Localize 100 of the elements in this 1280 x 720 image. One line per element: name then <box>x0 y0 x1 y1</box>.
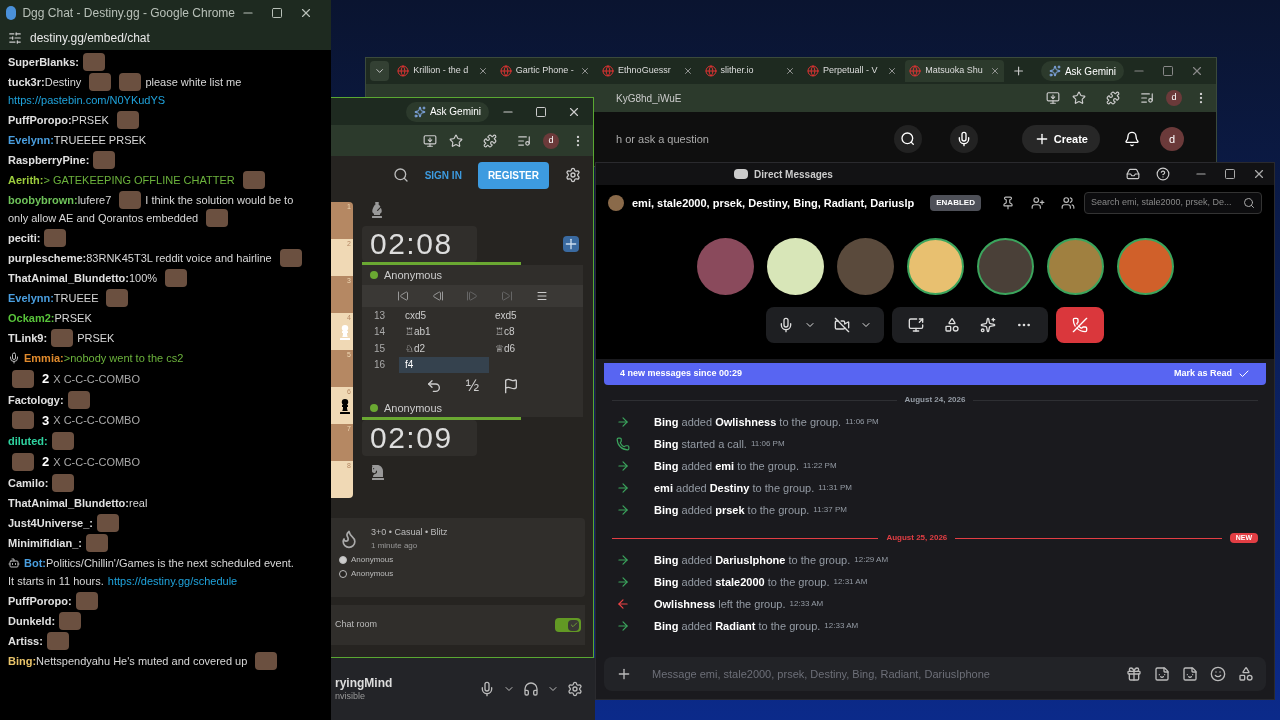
chat-username[interactable]: ThatAnimal_Blundetto: <box>8 493 129 512</box>
close-icon[interactable] <box>580 66 591 76</box>
profile-avatar[interactable]: d <box>1166 90 1182 106</box>
chat-username[interactable]: Minimifidian_: <box>8 533 82 552</box>
offer-draw-button[interactable]: ½ <box>465 374 480 398</box>
maximize-icon[interactable] <box>535 105 547 118</box>
attach-icon[interactable] <box>616 666 632 682</box>
browser-tab[interactable]: Gartic Phone - <box>495 60 595 82</box>
search-field[interactable]: h or ask a question <box>616 130 882 148</box>
activities-icon[interactable] <box>944 316 960 333</box>
gift-icon[interactable] <box>1126 666 1142 682</box>
close-icon[interactable] <box>989 66 1000 76</box>
chat-username[interactable]: Camilo: <box>8 473 49 492</box>
chat-username[interactable]: RaspberryPine: <box>8 151 90 169</box>
browser-tab[interactable]: Matsuoka Shu <box>905 60 1004 82</box>
maximize-icon[interactable] <box>271 6 283 19</box>
headphones-icon[interactable] <box>523 681 539 697</box>
browser-tab[interactable]: Krillion - the d <box>393 60 492 82</box>
chat-username[interactable]: boobybrown: <box>8 191 78 209</box>
screen-share-icon[interactable] <box>908 316 924 333</box>
media-icon[interactable] <box>1140 91 1154 105</box>
close-icon[interactable] <box>682 66 693 76</box>
menu-icon[interactable] <box>535 290 548 302</box>
chat-username[interactable]: Bot: <box>24 553 46 572</box>
help-icon[interactable] <box>1156 167 1170 181</box>
create-button[interactable]: Create <box>1021 125 1100 153</box>
browser-tab[interactable]: slither.io <box>700 60 799 82</box>
extensions-icon[interactable] <box>1106 91 1120 105</box>
previous-move-icon[interactable] <box>431 290 444 302</box>
profile-avatar[interactable]: d <box>543 132 559 149</box>
install-icon[interactable] <box>1046 91 1060 105</box>
close-icon[interactable] <box>477 66 488 76</box>
chat-room-toggle[interactable] <box>555 618 581 632</box>
takeback-icon[interactable] <box>425 378 442 394</box>
new-tab-icon[interactable] <box>1011 64 1025 78</box>
search-field[interactable]: Search emi, stale2000, prsek, De... <box>1084 192 1262 214</box>
maximize-icon[interactable] <box>1162 65 1175 77</box>
chat-username[interactable]: Dunkeld: <box>8 611 56 630</box>
chat-username[interactable]: Just4Universe_: <box>8 513 93 532</box>
mark-as-read-button[interactable]: Mark as Read <box>1173 367 1250 381</box>
search-button[interactable] <box>893 125 922 153</box>
sign-in-link[interactable]: SIGN IN <box>424 167 462 183</box>
chat-username[interactable]: diluted: <box>8 432 48 450</box>
add-time-button[interactable] <box>563 236 579 252</box>
voice-search-button[interactable] <box>949 125 978 153</box>
chat-username[interactable]: Evelynn: <box>8 289 54 307</box>
extensions-icon[interactable] <box>483 133 497 148</box>
chat-username[interactable]: tuck3r: <box>8 73 45 91</box>
settings-icon[interactable] <box>567 681 583 697</box>
site-settings-icon[interactable] <box>8 30 22 45</box>
add-user-icon[interactable] <box>1030 196 1045 210</box>
maximize-icon[interactable] <box>1224 168 1236 180</box>
chat-username[interactable]: ThatAnimal_Blundetto: <box>8 269 129 287</box>
close-icon[interactable] <box>887 66 898 76</box>
apps-icon[interactable] <box>1238 666 1254 682</box>
chat-username[interactable]: Ockam2: <box>8 309 55 327</box>
pin-icon[interactable] <box>1000 196 1015 210</box>
members-icon[interactable] <box>1060 196 1075 210</box>
chat-username[interactable]: peciti: <box>8 229 41 247</box>
chat-username[interactable]: Emmia: <box>24 349 64 367</box>
emoji-icon[interactable] <box>1210 666 1226 682</box>
install-icon[interactable] <box>423 133 437 148</box>
chat-username[interactable]: TLink9: <box>8 329 48 347</box>
browser-tab[interactable]: Perpetuall - V <box>802 60 902 82</box>
media-icon[interactable] <box>517 133 531 148</box>
chat-username[interactable]: Factology: <box>8 390 64 409</box>
chat-username[interactable]: Bing: <box>8 651 37 670</box>
chat-username[interactable]: Aerith: <box>8 171 44 189</box>
chat-username[interactable]: Evelynn: <box>8 131 54 149</box>
chat-link[interactable]: https://destiny.gg/schedule <box>107 571 238 590</box>
close-icon[interactable] <box>1252 167 1266 181</box>
chat-username[interactable]: SuperBlanks: <box>8 53 79 71</box>
search-icon[interactable] <box>392 167 409 183</box>
browser-tab[interactable]: EthnoGuessr <box>598 60 697 82</box>
ask-gemini-button[interactable]: Ask Gemini <box>1040 61 1125 81</box>
ask-gemini-button[interactable]: Ask Gemini <box>405 101 489 122</box>
move-cell[interactable]: ♖ab1 <box>399 323 489 340</box>
sticker-icon[interactable] <box>1182 666 1198 682</box>
move-cell[interactable]: cxd5 <box>399 307 489 324</box>
microphone-icon[interactable] <box>479 681 495 697</box>
microphone-icon[interactable] <box>778 316 794 333</box>
camera-off-icon[interactable] <box>834 316 850 333</box>
notifications-icon[interactable] <box>1124 131 1140 147</box>
chat-username[interactable]: purplescheme: <box>8 249 87 267</box>
inbox-icon[interactable] <box>1126 167 1140 181</box>
first-move-icon[interactable] <box>397 290 410 302</box>
chat-username[interactable]: Artiss: <box>8 631 43 650</box>
resign-icon[interactable] <box>503 378 520 394</box>
move-cell[interactable]: ♖c8 <box>489 324 521 340</box>
chat-link[interactable]: https://pastebin.com/N0YKudYS <box>8 91 166 109</box>
chat-username[interactable]: PuffPoropo: <box>8 591 72 610</box>
settings-icon[interactable] <box>565 167 581 183</box>
chat-username[interactable]: PuffPoropo: <box>8 111 72 129</box>
move-cell[interactable]: exd5 <box>489 307 523 323</box>
move-cell[interactable]: f4 <box>399 356 489 373</box>
close-icon[interactable] <box>784 66 795 76</box>
disconnect-button[interactable] <box>1056 306 1104 343</box>
bookmark-icon[interactable] <box>449 133 463 148</box>
bookmark-icon[interactable] <box>1072 91 1086 105</box>
profile-avatar[interactable]: d <box>1160 127 1184 151</box>
